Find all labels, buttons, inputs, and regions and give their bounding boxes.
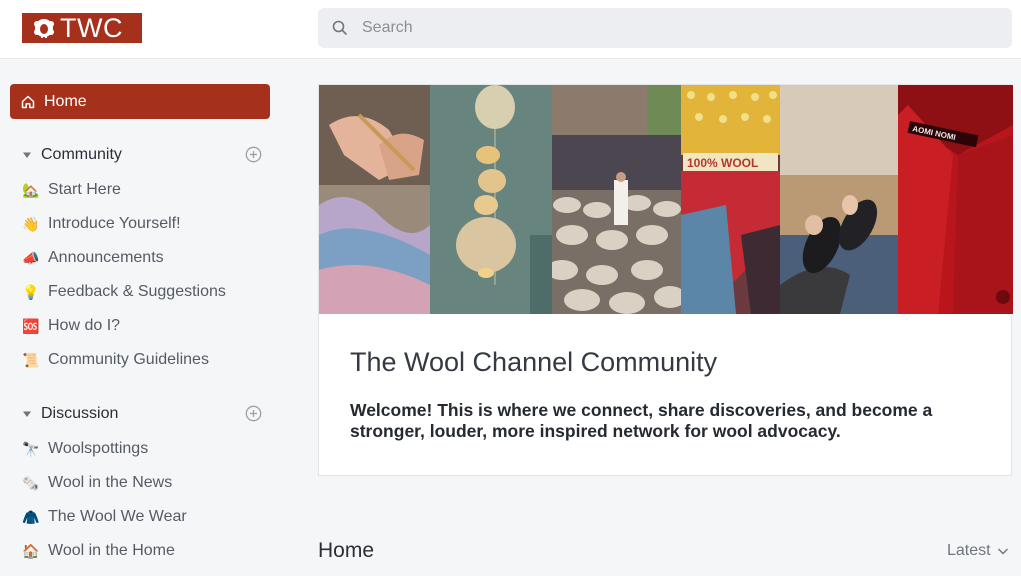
- sidebar: Home Community 🏡 Start Here 👋 Introduce …: [0, 60, 290, 576]
- sort-label: Latest: [947, 542, 991, 559]
- sidebar-item-label: Woolspottings: [48, 440, 149, 457]
- knitting-photo: [319, 85, 430, 314]
- caret-down-icon: [22, 409, 32, 419]
- sidebar-item-label: Wool in the Home: [48, 542, 175, 559]
- coat-icon: 🧥: [22, 509, 40, 525]
- search-icon: [332, 20, 348, 36]
- section-header-discussion[interactable]: Discussion: [22, 401, 270, 427]
- sheep-parade-photo: [552, 85, 681, 314]
- sidebar-item-wool-in-the-home[interactable]: 🏠 Wool in the Home: [22, 538, 175, 564]
- welcome-description: Welcome! This is where we connect, share…: [350, 400, 933, 441]
- sidebar-item-how-do-i[interactable]: 🆘 How do I?: [22, 313, 120, 339]
- sidebar-item-label: Start Here: [48, 181, 121, 198]
- sidebar-item-label: Introduce Yourself!: [48, 215, 181, 232]
- telescope-icon: 🔭: [22, 441, 40, 457]
- sidebar-item-label: How do I?: [48, 317, 121, 334]
- caret-down-icon: [22, 150, 32, 160]
- sos-icon: 🆘: [22, 318, 40, 334]
- sidebar-item-introduce-yourself[interactable]: 👋 Introduce Yourself!: [22, 211, 181, 237]
- scroll-icon: 📜: [22, 352, 40, 368]
- house-garden-icon: 🏡: [22, 182, 40, 198]
- sidebar-item-label: Feedback & Suggestions: [48, 283, 226, 300]
- sidebar-item-wool-in-the-news[interactable]: 🗞️ Wool in the News: [22, 470, 172, 496]
- feed-title: Home: [318, 539, 375, 562]
- section-label: Discussion: [41, 405, 119, 422]
- banner-image: 100% WOOL AOMI NOMI: [319, 85, 1013, 314]
- add-channel-icon[interactable]: [245, 146, 262, 163]
- welcome-banner-card: 100% WOOL AOMI NOMI The Wool Channel Com…: [318, 84, 1013, 476]
- light-bulb-icon: 💡: [22, 284, 40, 300]
- sidebar-item-label: Community Guidelines: [48, 351, 209, 368]
- search-input[interactable]: [362, 19, 962, 37]
- red-coat-photo: AOMI NOMI: [898, 85, 1013, 314]
- slippers-photo: [780, 85, 898, 314]
- chevron-down-icon: [997, 545, 1009, 557]
- sidebar-item-feedback[interactable]: 💡 Feedback & Suggestions: [22, 279, 226, 305]
- sidebar-item-label: Announcements: [48, 249, 164, 266]
- logo-text: TWC: [60, 13, 123, 43]
- section-label: Community: [41, 146, 122, 163]
- search-bar[interactable]: [318, 8, 1012, 48]
- waving-hand-icon: 👋: [22, 216, 40, 232]
- sidebar-item-wool-we-wear[interactable]: 🧥 The Wool We Wear: [22, 504, 187, 530]
- page-title: The Wool Channel Community: [350, 347, 718, 377]
- patchwork-photo: 100% WOOL: [681, 85, 780, 314]
- sidebar-item-home[interactable]: Home: [10, 84, 270, 119]
- sidebar-item-label: The Wool We Wear: [48, 508, 187, 525]
- section-header-community[interactable]: Community: [22, 142, 270, 168]
- lamps-photo: [430, 85, 552, 314]
- home-icon: [20, 94, 36, 110]
- top-bar: TWC: [0, 0, 1021, 59]
- sidebar-item-community-guidelines[interactable]: 📜 Community Guidelines: [22, 347, 209, 373]
- sidebar-item-label: Home: [44, 92, 87, 110]
- sidebar-item-woolspottings[interactable]: 🔭 Woolspottings: [22, 436, 148, 462]
- sidebar-item-start-here[interactable]: 🏡 Start Here: [22, 177, 121, 203]
- sidebar-item-label: Wool in the News: [48, 474, 173, 491]
- add-channel-icon[interactable]: [245, 405, 262, 422]
- logo[interactable]: TWC: [22, 13, 142, 43]
- newspaper-icon: 🗞️: [22, 475, 40, 491]
- sidebar-item-announcements[interactable]: 📣 Announcements: [22, 245, 164, 271]
- sheep-logo-icon: [32, 16, 56, 40]
- banner-caption-wool: 100% WOOL: [687, 156, 758, 170]
- megaphone-icon: 📣: [22, 250, 40, 266]
- sort-dropdown[interactable]: Latest: [947, 542, 1009, 560]
- house-icon: 🏠: [22, 543, 40, 559]
